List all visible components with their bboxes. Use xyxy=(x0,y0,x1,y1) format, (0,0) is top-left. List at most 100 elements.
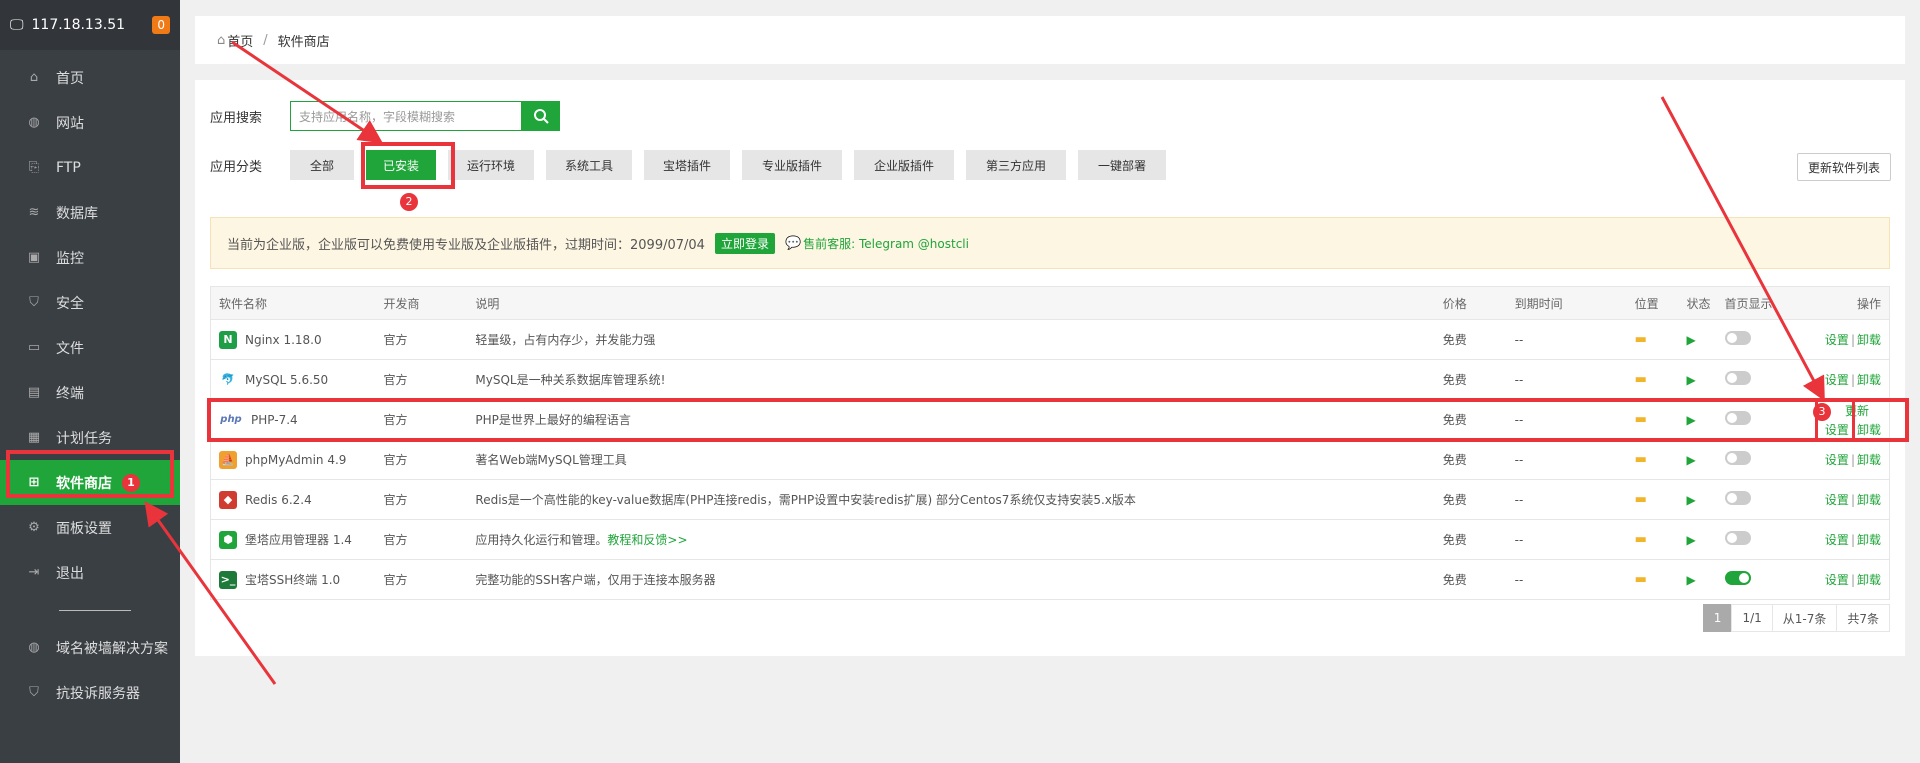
sidebar-item-label: 软件商店 xyxy=(56,475,112,492)
sidebar-item-label: 抗投诉服务器 xyxy=(56,685,140,702)
developer: 官方 xyxy=(375,479,468,520)
price: 免费 xyxy=(1434,319,1507,360)
category-tab-7[interactable]: 第三方应用 xyxy=(966,150,1066,180)
play-icon[interactable]: ▶ xyxy=(1687,573,1696,587)
sidebar: 🖵 117.18.13.51 0 ⌂ 首页 ◍ 网站 ⎘ FTP ≋ 数据库 ▣ 监控 ⛉ 安全 ▭ 文件… xyxy=(0,0,180,763)
homepage-display-toggle[interactable] xyxy=(1724,371,1751,385)
support-link[interactable]: 售前客服: Telegram @hostcli xyxy=(803,235,969,252)
op-settings-link[interactable]: 设置 xyxy=(1825,373,1849,387)
play-icon[interactable]: ▶ xyxy=(1687,493,1696,507)
homepage-display-toggle[interactable] xyxy=(1724,571,1751,585)
expire-time: -- xyxy=(1506,399,1627,440)
category-tab-0[interactable]: 全部 xyxy=(290,150,354,180)
play-icon[interactable]: ▶ xyxy=(1687,533,1696,547)
sidebar-item-10[interactable]: ⚙ 面板设置 xyxy=(0,505,180,550)
price: 免费 xyxy=(1434,399,1507,440)
sidebar-item-label: 首页 xyxy=(56,70,84,87)
op-settings-link[interactable]: 设置 xyxy=(1825,423,1849,437)
shield-icon: ⛉ xyxy=(29,294,39,310)
op-settings-link[interactable]: 设置 xyxy=(1825,333,1849,347)
sidebar-item-9[interactable]: ⊞ 软件商店 1 xyxy=(0,460,180,505)
sidebar-extra-item-1[interactable]: ⛉ 抗投诉服务器 xyxy=(0,670,180,715)
ftp-icon: ⎘ xyxy=(28,159,40,175)
column-header: 到期时间 xyxy=(1506,286,1627,320)
chat-icon: 💬 xyxy=(784,235,802,251)
monitor-icon: ▣ xyxy=(27,249,41,265)
software-name: 堡塔应用管理器 1.4 xyxy=(245,533,352,547)
play-icon[interactable]: ▶ xyxy=(1687,333,1696,347)
folder-icon[interactable]: ▬ xyxy=(1635,452,1647,467)
refresh-software-list-button[interactable]: 更新软件列表 xyxy=(1796,153,1891,181)
op-uninstall-link[interactable]: 卸载 xyxy=(1857,493,1881,507)
folder-icon[interactable]: ▬ xyxy=(1635,532,1647,547)
op-settings-link[interactable]: 设置 xyxy=(1825,533,1849,547)
sidebar-item-11[interactable]: ⇥ 退出 xyxy=(0,550,180,595)
software-name: 宝塔SSH终端 1.0 xyxy=(245,573,341,587)
category-tab-8[interactable]: 一键部署 xyxy=(1078,150,1166,180)
play-icon[interactable]: ▶ xyxy=(1687,373,1696,387)
sidebar-item-8[interactable]: ▦ 计划任务 xyxy=(0,415,180,460)
op-uninstall-link[interactable]: 卸载 xyxy=(1857,423,1881,437)
op-uninstall-link[interactable]: 卸载 xyxy=(1857,373,1881,387)
sidebar-item-label: 安全 xyxy=(56,295,84,312)
column-header: 位置 xyxy=(1626,286,1679,320)
sidebar-extra-item-0[interactable]: ◍ 域名被墙解决方案 xyxy=(0,625,180,670)
sidebar-item-3[interactable]: ≋ 数据库 xyxy=(0,190,180,235)
category-tab-5[interactable]: 专业版插件 xyxy=(742,150,842,180)
op-uninstall-link[interactable]: 卸载 xyxy=(1857,333,1881,347)
breadcrumb-separator: / xyxy=(263,32,268,48)
sidebar-item-5[interactable]: ⛉ 安全 xyxy=(0,280,180,325)
folder-icon[interactable]: ▬ xyxy=(1635,572,1647,587)
table-row: php PHP-7.4 官方 PHP是世界上最好的编程语言 免费 -- ▬ ▶ 3 更新设置 | 卸载 xyxy=(210,399,1891,440)
price: 免费 xyxy=(1434,519,1507,560)
column-header: 说明 xyxy=(467,286,1435,320)
search-icon xyxy=(534,109,549,124)
category-tab-3[interactable]: 系统工具 xyxy=(546,150,632,180)
sidebar-item-0[interactable]: ⌂ 首页 xyxy=(0,55,180,100)
table-row: ⬢ 堡塔应用管理器 1.4 官方 应用持久化运行和管理。教程和反馈>> 免费 -- ▬ ▶ 设置… xyxy=(210,519,1891,560)
play-icon[interactable]: ▶ xyxy=(1687,453,1696,467)
folder-icon[interactable]: ▬ xyxy=(1635,492,1647,507)
folder-icon[interactable]: ▬ xyxy=(1635,412,1647,427)
login-button[interactable]: 立即登录 xyxy=(714,232,775,254)
message-count-badge[interactable]: 0 xyxy=(152,16,170,34)
op-uninstall-link[interactable]: 卸载 xyxy=(1857,573,1881,587)
sidebar-item-6[interactable]: ▭ 文件 xyxy=(0,325,180,370)
category-tab-2[interactable]: 运行环境 xyxy=(448,150,534,180)
sidebar-item-2[interactable]: ⎘ FTP xyxy=(0,145,180,190)
software-description: 著名Web端MySQL管理工具 xyxy=(475,453,627,467)
home-icon: ⌂ xyxy=(29,69,39,85)
op-uninstall-link[interactable]: 卸载 xyxy=(1857,533,1881,547)
page-range: 从1-7条 xyxy=(1771,604,1838,632)
play-icon[interactable]: ▶ xyxy=(1687,413,1696,427)
category-tab-4[interactable]: 宝塔插件 xyxy=(644,150,730,180)
homepage-display-toggle[interactable] xyxy=(1724,491,1751,505)
breadcrumb-current: 软件商店 xyxy=(277,34,330,50)
sidebar-item-1[interactable]: ◍ 网站 xyxy=(0,100,180,145)
op-settings-link[interactable]: 设置 xyxy=(1825,453,1849,467)
homepage-display-toggle[interactable] xyxy=(1724,331,1751,345)
page-current[interactable]: 1 xyxy=(1702,604,1733,632)
folder-icon[interactable]: ▬ xyxy=(1635,372,1647,387)
folder-icon[interactable]: ▬ xyxy=(1635,332,1647,347)
search-input[interactable]: 支持应用名称，字段模糊搜索 xyxy=(290,101,522,131)
op-uninstall-link[interactable]: 卸载 xyxy=(1857,453,1881,467)
homepage-display-toggle[interactable] xyxy=(1724,531,1751,545)
category-tab-1[interactable]: 已安装 xyxy=(366,150,436,180)
category-tab-6[interactable]: 企业版插件 xyxy=(854,150,954,180)
tutorial-link[interactable]: 教程和反馈>> xyxy=(607,533,687,547)
sidebar-item-4[interactable]: ▣ 监控 xyxy=(0,235,180,280)
price: 免费 xyxy=(1434,359,1507,400)
column-header: 首页显示 xyxy=(1716,286,1797,320)
monitor-icon: 🖵 xyxy=(10,17,24,33)
op-settings-link[interactable]: 设置 xyxy=(1825,493,1849,507)
sidebar-item-label: 面板设置 xyxy=(56,520,112,537)
breadcrumb-home[interactable]: 首页 xyxy=(227,31,253,50)
search-button[interactable] xyxy=(522,101,560,131)
sidebar-item-7[interactable]: ▤ 终端 xyxy=(0,370,180,415)
op-update-link[interactable]: 更新 xyxy=(1845,404,1869,418)
op-settings-link[interactable]: 设置 xyxy=(1825,573,1849,587)
homepage-display-toggle[interactable] xyxy=(1724,411,1751,425)
homepage-display-toggle[interactable] xyxy=(1724,451,1751,465)
table-row: N Nginx 1.18.0 官方 轻量级，占有内存少，并发能力强 免费 -- ▬ ▶ 设置 | 卸… xyxy=(210,319,1891,360)
